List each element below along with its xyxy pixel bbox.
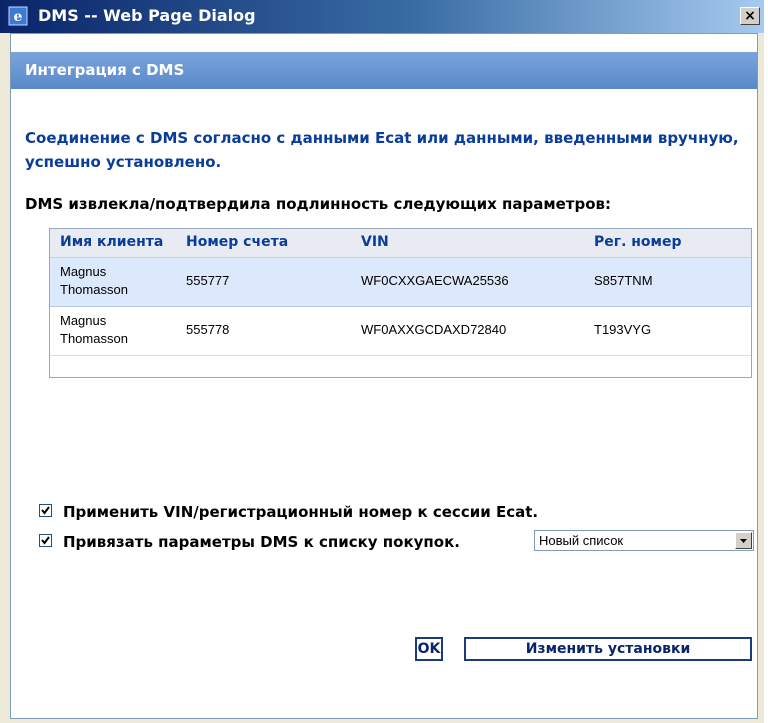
close-icon: × (744, 8, 756, 24)
cell-account: 555777 (186, 273, 230, 288)
client-first-name: Magnus (60, 264, 107, 279)
apply-vin-checkbox[interactable] (39, 504, 52, 517)
dropdown-arrow[interactable] (735, 532, 752, 549)
status-message: Соединение с DMS согласно с данными Ecat… (25, 129, 739, 171)
cell-reg: T193VYG (594, 322, 652, 337)
apply-vin-label: Применить VIN/регистрационный номер к се… (63, 503, 539, 521)
dialog-content: Интеграция с DMS Соединение с DMS соглас… (10, 33, 758, 719)
params-table: Имя клиента Номер счета VIN Рег. номер M… (49, 228, 752, 378)
cell-reg: S857TNM (594, 273, 653, 288)
cell-client: Magnus Thomasson (60, 312, 170, 348)
cell-account: 555778 (186, 322, 230, 337)
chevron-down-icon (740, 539, 747, 543)
table-row[interactable]: Magnus Thomasson 555778 WF0AXXGCDAXD72840… (50, 307, 751, 356)
client-first-name: Magnus (60, 313, 107, 328)
close-button[interactable]: × (740, 7, 760, 25)
table-row[interactable]: Magnus Thomasson 555777 WF0CXXGAECWA25536… (50, 258, 751, 307)
title-bar[interactable]: e DMS -- Web Page Dialog × (0, 0, 764, 33)
svg-text:e: e (14, 9, 23, 25)
checkmark-icon (41, 536, 50, 545)
cell-vin: WF0CXXGAECWA25536 (361, 273, 509, 288)
col-header-reg: Рег. номер (594, 234, 682, 250)
section-header: Интеграция с DMS (11, 52, 757, 89)
col-header-account: Номер счета (186, 234, 289, 250)
client-last-name: Thomasson (60, 331, 128, 346)
params-heading: DMS извлекла/подтвердила подлинность сле… (25, 195, 612, 213)
link-dms-label: Привязать параметры DMS к списку покупок… (63, 533, 460, 551)
shopping-list-value: Новый список (539, 533, 624, 548)
window-title: DMS -- Web Page Dialog (38, 6, 256, 25)
shopping-list-select[interactable]: Новый список (534, 530, 754, 551)
table-header: Имя клиента Номер счета VIN Рег. номер (50, 229, 751, 258)
section-title: Интеграция с DMS (25, 61, 185, 79)
cell-vin: WF0AXXGCDAXD72840 (361, 322, 507, 337)
ok-button[interactable]: OK (415, 637, 443, 661)
client-last-name: Thomasson (60, 282, 128, 297)
dialog-window: e DMS -- Web Page Dialog × Интеграция с … (0, 0, 764, 723)
col-header-client: Имя клиента (60, 234, 164, 250)
col-header-vin: VIN (361, 234, 389, 250)
change-settings-button[interactable]: Изменить установки (464, 637, 752, 661)
link-dms-checkbox[interactable] (39, 534, 52, 547)
cell-client: Magnus Thomasson (60, 263, 170, 299)
checkmark-icon (41, 506, 50, 515)
ie-icon: e (8, 6, 28, 26)
